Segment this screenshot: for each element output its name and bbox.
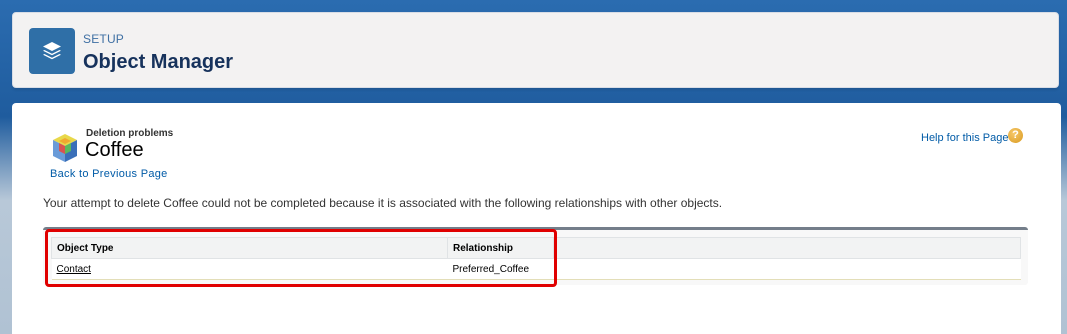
record-subtitle: Deletion problems <box>86 128 174 139</box>
empty-cell <box>553 258 1021 280</box>
setup-header: SETUP Object Manager <box>12 12 1059 88</box>
section-label: SETUP <box>83 32 125 46</box>
column-header-object-type: Object Type <box>51 237 448 259</box>
relationships-table-container: Object Type Relationship Contact Preferr… <box>43 227 1028 285</box>
column-header-relationship: Relationship <box>447 237 554 259</box>
table-row: Contact Preferred_Coffee <box>51 258 1021 280</box>
main-content: Deletion problems Coffee Back to Previou… <box>12 103 1061 334</box>
help-for-this-page-link[interactable]: Help for this Page <box>921 132 1008 144</box>
table-header-row: Object Type Relationship <box>51 237 1021 259</box>
relationship-cell: Preferred_Coffee <box>447 258 554 280</box>
column-header-empty <box>553 237 1021 259</box>
page-title: Object Manager <box>83 51 234 73</box>
deletion-error-message: Your attempt to delete Coffee could not … <box>43 196 723 210</box>
back-to-previous-page-link[interactable]: Back to Previous Page <box>50 168 168 180</box>
custom-object-cube-icon <box>53 134 77 162</box>
question-mark-icon[interactable]: ? <box>1008 128 1023 143</box>
layers-icon <box>29 28 75 74</box>
object-type-link[interactable]: Contact <box>57 264 91 275</box>
object-type-cell: Contact <box>51 258 448 280</box>
relationships-table: Object Type Relationship Contact Preferr… <box>51 237 1021 280</box>
record-title: Coffee <box>85 139 144 161</box>
